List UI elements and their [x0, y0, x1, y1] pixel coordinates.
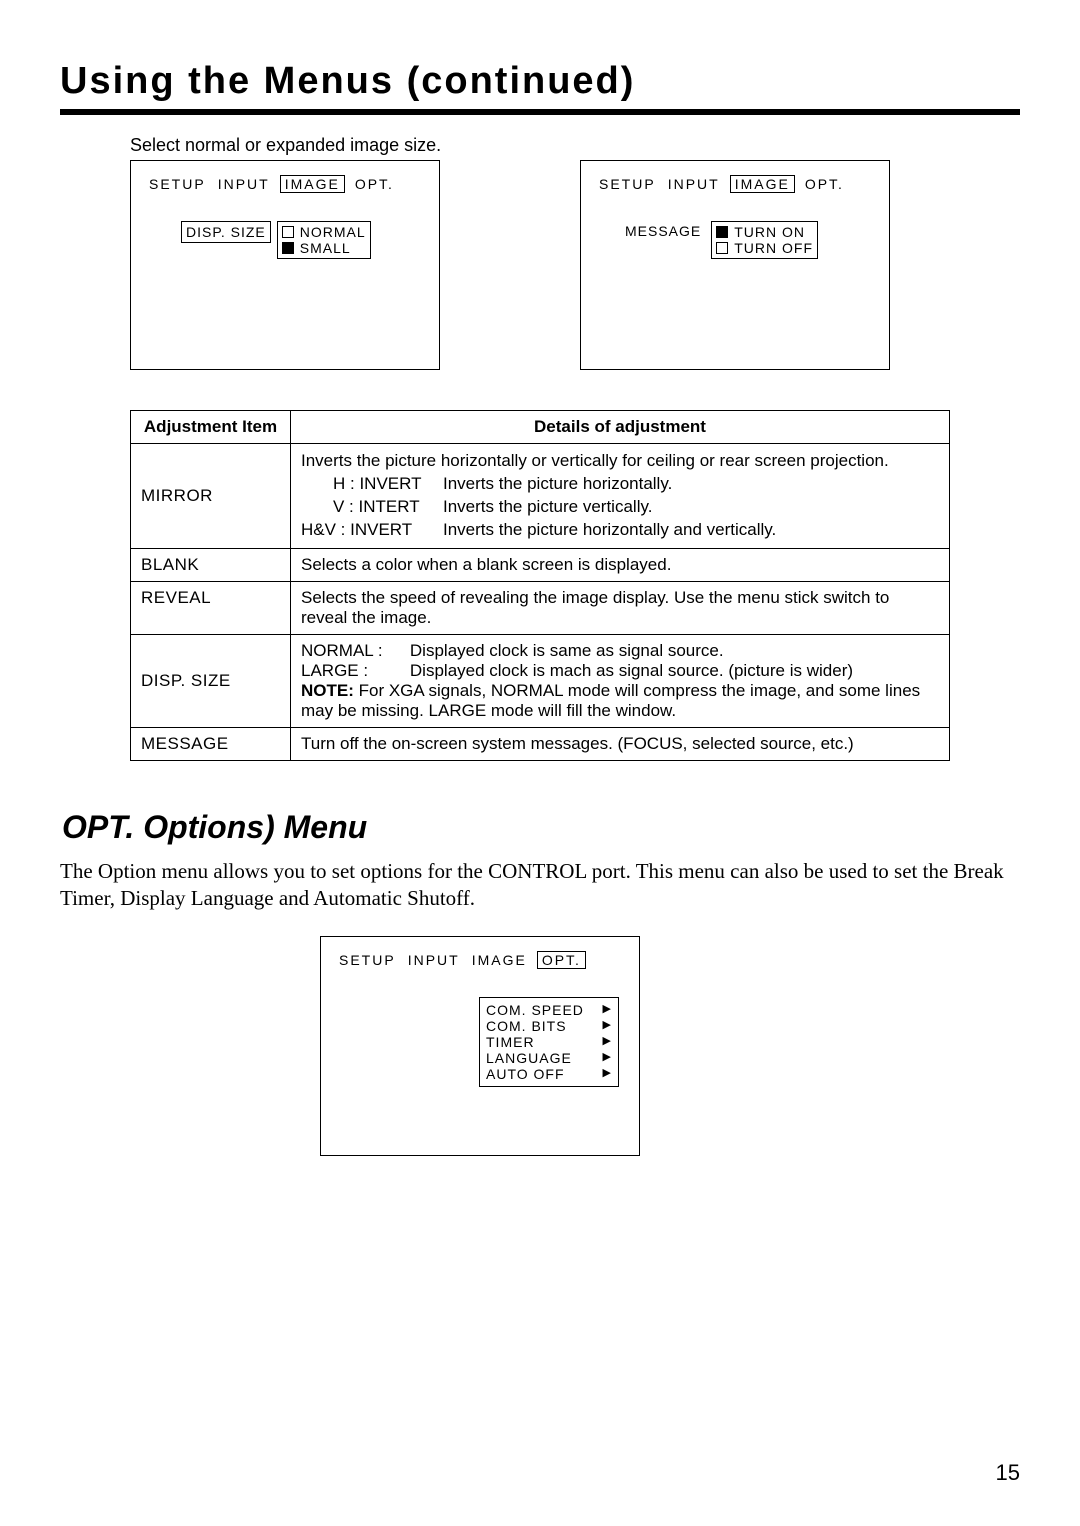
- option-label: TURN OFF: [734, 240, 813, 256]
- th-adjustment-item: Adjustment Item: [131, 411, 291, 444]
- option-label: NORMAL: [300, 224, 366, 240]
- osd-disp-size: SETUP INPUT IMAGE OPT. DISP. SIZE NORMAL…: [130, 160, 440, 370]
- opt-item: COM. SPEED ▶: [486, 1002, 612, 1018]
- checkbox-empty-icon: [716, 242, 728, 254]
- note-text: For XGA signals, NORMAL mode will compre…: [301, 681, 920, 720]
- tab-setup: SETUP: [597, 175, 658, 193]
- opt-item: COM. BITS ▶: [486, 1018, 612, 1034]
- table-row: MIRROR Inverts the picture horizontally …: [131, 444, 950, 549]
- osd-opt: SETUP INPUT IMAGE OPT. COM. SPEED ▶ COM. …: [320, 936, 640, 1156]
- tab-setup: SETUP: [337, 951, 398, 969]
- arrow-right-icon: ▶: [603, 1018, 612, 1034]
- mirror-v-label: V : INTERT: [333, 496, 443, 519]
- opt-label: COM. SPEED: [486, 1002, 584, 1018]
- mirror-hv-label: H&V : INVERT: [301, 519, 443, 542]
- tab-opt: OPT.: [537, 951, 586, 969]
- cell-name: DISP. SIZE: [131, 634, 291, 727]
- cell-details: Selects a color when a blank screen is d…: [291, 548, 950, 581]
- mirror-h-text: Inverts the picture horizontally.: [443, 474, 672, 493]
- opt-label: TIMER: [486, 1034, 535, 1050]
- mirror-h-label: H : INVERT: [333, 473, 443, 496]
- cell-name: REVEAL: [131, 581, 291, 634]
- tab-image: IMAGE: [280, 175, 345, 193]
- opt-label: AUTO OFF: [486, 1066, 565, 1082]
- page-title: Using the Menus (continued): [60, 60, 1020, 103]
- th-details: Details of adjustment: [291, 411, 950, 444]
- tab-image: IMAGE: [730, 175, 795, 193]
- disp-normal-label: NORMAL :: [301, 641, 391, 661]
- osd-option-normal: NORMAL: [282, 224, 366, 240]
- section-heading-opt: OPT. Options) Menu: [62, 809, 1020, 846]
- table-row: REVEAL Selects the speed of revealing th…: [131, 581, 950, 634]
- arrow-right-icon: ▶: [603, 1050, 612, 1066]
- cell-name: BLANK: [131, 548, 291, 581]
- tab-opt: OPT.: [803, 175, 846, 193]
- section-body: The Option menu allows you to set option…: [60, 858, 1020, 913]
- opt-label: COM. BITS: [486, 1018, 567, 1034]
- option-label: TURN ON: [734, 224, 805, 240]
- opt-label: LANGUAGE: [486, 1050, 572, 1066]
- adjustment-table: Adjustment Item Details of adjustment MI…: [130, 410, 950, 761]
- arrow-right-icon: ▶: [603, 1034, 612, 1050]
- opt-item: AUTO OFF ▶: [486, 1066, 612, 1082]
- osd-left-label: MESSAGE: [621, 221, 705, 241]
- disp-large-text: Displayed clock is mach as signal source…: [410, 661, 853, 680]
- table-row: BLANK Selects a color when a blank scree…: [131, 548, 950, 581]
- table-row: DISP. SIZE NORMAL : Displayed clock is s…: [131, 634, 950, 727]
- disp-large-label: LARGE :: [301, 661, 391, 681]
- mirror-v-text: Inverts the picture vertically.: [443, 497, 652, 516]
- opt-item: LANGUAGE ▶: [486, 1050, 612, 1066]
- arrow-right-icon: ▶: [603, 1002, 612, 1018]
- checkbox-empty-icon: [282, 226, 294, 238]
- mirror-hv-text: Inverts the picture horizontally and ver…: [443, 520, 776, 539]
- osd-option-turn-off: TURN OFF: [716, 240, 813, 256]
- osd-left-label: DISP. SIZE: [181, 221, 271, 243]
- option-label: SMALL: [300, 240, 351, 256]
- osd-option-small: SMALL: [282, 240, 366, 256]
- arrow-right-icon: ▶: [603, 1066, 612, 1082]
- note-label: NOTE:: [301, 681, 354, 700]
- tab-input: INPUT: [406, 951, 462, 969]
- cell-details: Selects the speed of revealing the image…: [291, 581, 950, 634]
- title-rule: [60, 109, 1020, 115]
- table-row: MESSAGE Turn off the on-screen system me…: [131, 727, 950, 760]
- checkbox-filled-icon: [716, 226, 728, 238]
- tab-setup: SETUP: [147, 175, 208, 193]
- cell-details: Turn off the on-screen system messages. …: [291, 727, 950, 760]
- cell-details: NORMAL : Displayed clock is same as sign…: [291, 634, 950, 727]
- tab-image: IMAGE: [470, 951, 529, 969]
- cell-name: MIRROR: [131, 444, 291, 549]
- cell-details: Inverts the picture horizontally or vert…: [291, 444, 950, 549]
- checkbox-filled-icon: [282, 242, 294, 254]
- tab-input: INPUT: [216, 175, 272, 193]
- tab-opt: OPT.: [353, 175, 396, 193]
- mirror-line0: Inverts the picture horizontally or vert…: [301, 450, 939, 473]
- cell-name: MESSAGE: [131, 727, 291, 760]
- osd-message: SETUP INPUT IMAGE OPT. MESSAGE TURN ON T…: [580, 160, 890, 370]
- tab-input: INPUT: [666, 175, 722, 193]
- opt-item: TIMER ▶: [486, 1034, 612, 1050]
- disp-normal-text: Displayed clock is same as signal source…: [410, 641, 724, 660]
- osd-option-turn-on: TURN ON: [716, 224, 813, 240]
- intro-text: Select normal or expanded image size.: [130, 135, 1020, 156]
- page-number: 15: [996, 1460, 1020, 1486]
